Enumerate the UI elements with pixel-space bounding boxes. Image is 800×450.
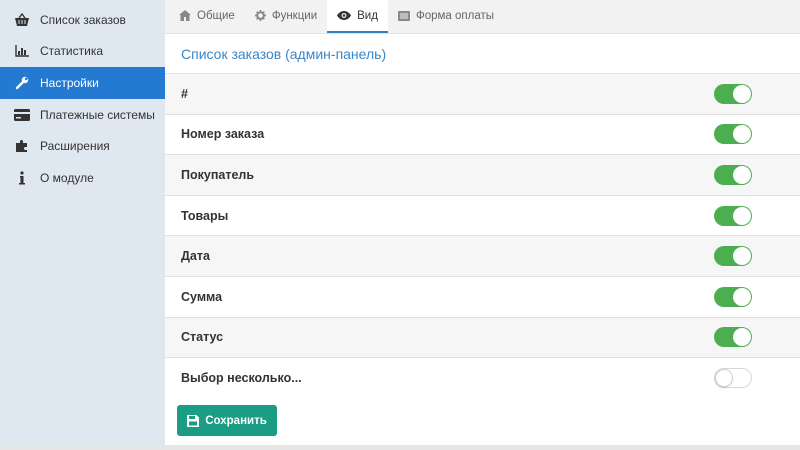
basket-icon [14, 12, 30, 28]
setting-row: Выбор несколько... [165, 358, 800, 399]
setting-label: Выбор несколько... [181, 371, 302, 386]
sidebar-item-label: Платежные системы [40, 107, 155, 122]
setting-row: Дата [165, 236, 800, 277]
tab-label: Форма оплаты [415, 9, 494, 22]
tab-label: Функции [271, 9, 318, 22]
setting-row: Номер заказа [165, 114, 800, 156]
column-toggle[interactable] [714, 83, 752, 104]
setting-row: Товары [165, 195, 800, 237]
bottom-border [0, 445, 800, 450]
toggle-knob [733, 84, 751, 103]
gear-icon [254, 10, 266, 21]
setting-row: # [165, 74, 800, 115]
wrench-icon [14, 75, 30, 91]
save-button-label: Сохранить [205, 414, 267, 427]
tab-payment-form[interactable]: Форма оплаты [388, 0, 504, 33]
setting-label: Сумма [181, 289, 223, 304]
setting-label: Статус [181, 330, 224, 345]
sidebar: Список заказов Статистика Настройки Плат… [0, 0, 165, 445]
sidebar-item-label: О модуле [40, 170, 94, 185]
info-icon [14, 170, 30, 186]
home-icon [179, 10, 191, 21]
setting-row: Покупатель [165, 155, 800, 196]
list-icon [397, 10, 410, 21]
setting-label: Покупатель [181, 167, 255, 182]
column-toggle[interactable] [714, 327, 752, 348]
setting-label: Товары [181, 208, 229, 223]
tab-label: Общие [197, 9, 235, 22]
tab-view[interactable]: Вид [327, 0, 388, 33]
sidebar-item-extensions[interactable]: Расширения [0, 130, 165, 162]
column-toggle[interactable] [714, 124, 752, 145]
toggle-knob [733, 165, 751, 184]
puzzle-icon [14, 138, 30, 154]
setting-row: Сумма [165, 276, 800, 318]
section-title: Список заказов (админ-панель) [165, 34, 800, 74]
tab-functions[interactable]: Функции [245, 0, 327, 33]
settings-list: # Номер заказа Покупатель Товары Дата Су… [165, 74, 800, 399]
tab-bar: Общие Функции Вид Форма оплаты [165, 0, 800, 34]
sidebar-item-label: Статистика [40, 44, 104, 59]
column-toggle[interactable] [714, 368, 752, 389]
credit-card-icon [14, 107, 30, 123]
main-panel: Общие Функции Вид Форма оплаты Список за… [165, 0, 800, 445]
setting-row: Статус [165, 317, 800, 359]
save-button[interactable]: Сохранить [177, 405, 277, 436]
setting-label: Номер заказа [181, 127, 265, 142]
toggle-knob [733, 287, 751, 306]
sidebar-item-orders[interactable]: Список заказов [0, 4, 165, 36]
sidebar-item-label: Настройки [40, 75, 99, 90]
toggle-knob [715, 369, 733, 388]
setting-label: # [181, 86, 188, 101]
column-toggle[interactable] [714, 286, 752, 307]
sidebar-item-payment-systems[interactable]: Платежные системы [0, 99, 165, 131]
column-toggle[interactable] [714, 164, 752, 185]
floppy-icon [187, 414, 200, 427]
toggle-knob [733, 125, 751, 144]
tab-general[interactable]: Общие [169, 0, 245, 33]
sidebar-item-statistics[interactable]: Статистика [0, 36, 165, 68]
sidebar-item-settings[interactable]: Настройки [0, 67, 165, 99]
setting-label: Дата [181, 249, 210, 264]
bar-chart-icon [14, 43, 30, 59]
toggle-knob [733, 206, 751, 225]
tab-label: Вид [357, 9, 378, 22]
eye-icon [337, 11, 352, 20]
sidebar-item-about[interactable]: О модуле [0, 162, 165, 194]
toggle-knob [733, 328, 751, 347]
column-toggle[interactable] [714, 205, 752, 226]
sidebar-item-label: Список заказов [40, 12, 126, 27]
sidebar-item-label: Расширения [40, 139, 110, 154]
toggle-knob [733, 247, 751, 266]
column-toggle[interactable] [714, 246, 752, 267]
